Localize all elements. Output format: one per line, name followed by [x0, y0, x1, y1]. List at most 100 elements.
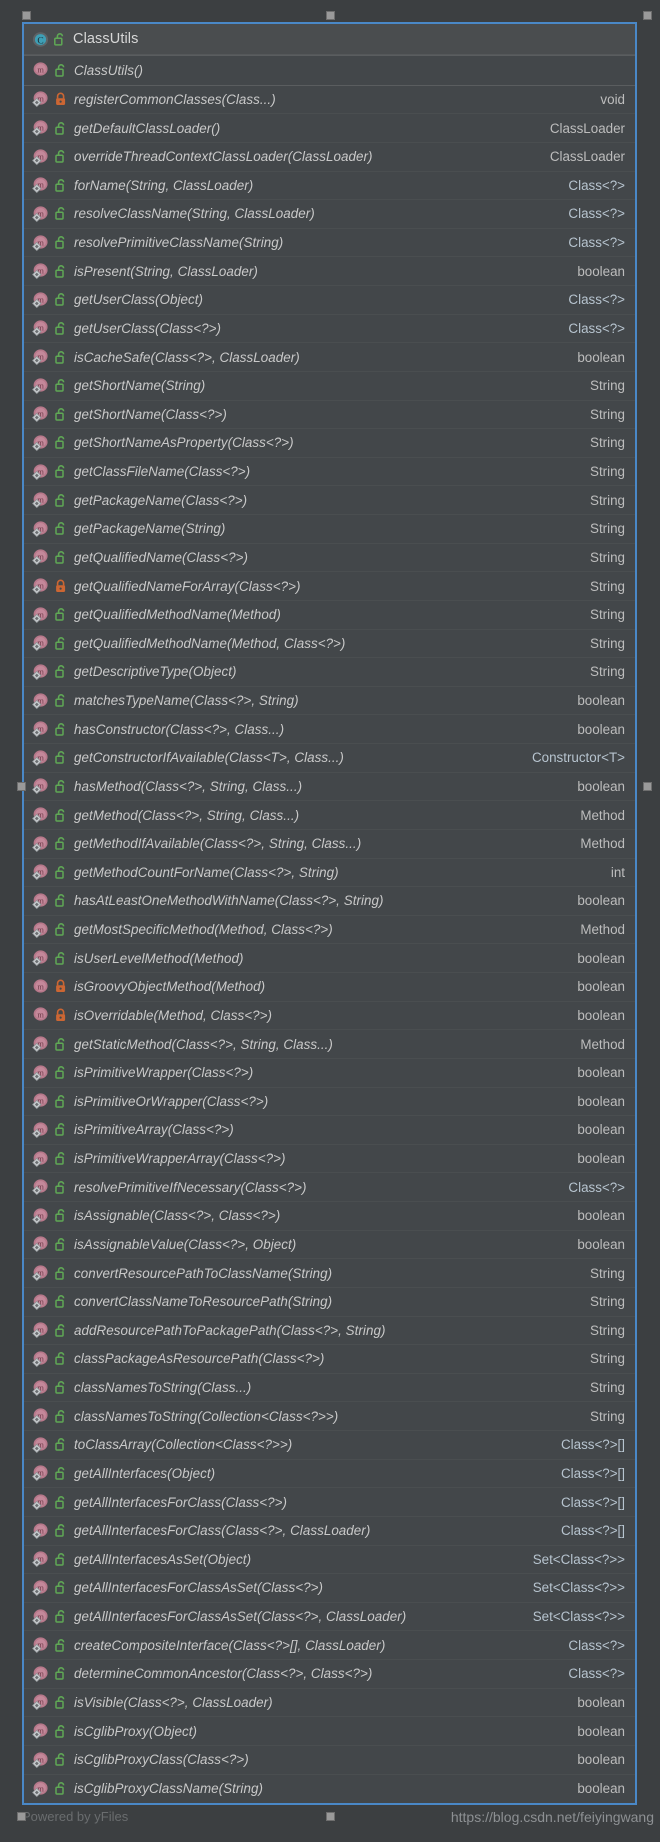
method-row[interactable]: m isPrimitiveWrapperArray(Class<?>) boolea…	[24, 1145, 635, 1174]
handle-top-right[interactable]	[643, 11, 652, 20]
method-row[interactable]: m determineCommonAncestor(Class<?>, Class…	[24, 1660, 635, 1689]
member-signature: isCglibProxy(Object)	[74, 1723, 198, 1739]
method-row[interactable]: m getMostSpecificMethod(Method, Class<?>)…	[24, 916, 635, 945]
method-row[interactable]: m isPresent(String, ClassLoader) boolean	[24, 257, 635, 286]
method-row[interactable]: m isGroovyObjectMethod(Method) boolean	[24, 973, 635, 1002]
method-row[interactable]: m getQualifiedMethodName(Method) String	[24, 601, 635, 630]
method-row[interactable]: m hasMethod(Class<?>, String, Class...) bo…	[24, 773, 635, 802]
method-list[interactable]: m registerCommonClasses(Class...) void m get…	[24, 86, 635, 1804]
member-signature: registerCommonClasses(Class...)	[74, 91, 276, 107]
method-row[interactable]: m getShortNameAsProperty(Class<?>) String	[24, 429, 635, 458]
member-signature: addResourcePathToPackagePath(Class<?>, S…	[74, 1322, 386, 1338]
method-row[interactable]: m getPackageName(String) String	[24, 515, 635, 544]
handle-middle-left[interactable]	[17, 782, 26, 791]
svg-text:m: m	[37, 66, 44, 75]
member-signature: resolveClassName(String, ClassLoader)	[74, 206, 315, 222]
private-locked-icon	[55, 1008, 67, 1023]
method-icon: m	[32, 548, 50, 566]
method-row[interactable]: m getMethodCountForName(Class<?>, String)…	[24, 859, 635, 888]
method-row[interactable]: m getMethod(Class<?>, String, Class...) Me…	[24, 801, 635, 830]
svg-text:C: C	[37, 36, 43, 46]
member-return-type: boolean	[577, 1723, 625, 1739]
method-row[interactable]: m resolvePrimitiveIfNecessary(Class<?>) Cl…	[24, 1173, 635, 1202]
member-return-type: boolean	[577, 1093, 625, 1109]
method-row[interactable]: m addResourcePathToPackagePath(Class<?>, …	[24, 1317, 635, 1346]
member-signature: getQualifiedName(Class<?>)	[74, 549, 248, 565]
public-unlocked-icon	[55, 1323, 67, 1338]
method-row[interactable]: m overrideThreadContextClassLoader(ClassL…	[24, 143, 635, 172]
member-signature: isPrimitiveArray(Class<?>)	[74, 1122, 234, 1138]
method-row[interactable]: m getStaticMethod(Class<?>, String, Class…	[24, 1030, 635, 1059]
public-unlocked-icon	[55, 1724, 67, 1739]
member-signature: isCglibProxyClassName(String)	[74, 1781, 263, 1797]
method-row[interactable]: m isCglibProxyClassName(String) boolean	[24, 1775, 635, 1804]
method-row[interactable]: m getAllInterfacesAsSet(Object) Set<Class<…	[24, 1546, 635, 1575]
member-signature: isAssignable(Class<?>, Class<?>)	[74, 1208, 281, 1224]
method-row[interactable]: m getAllInterfacesForClassAsSet(Class<?>)…	[24, 1574, 635, 1603]
method-row[interactable]: m getQualifiedNameForArray(Class<?>) Strin…	[24, 572, 635, 601]
method-row[interactable]: m isVisible(Class<?>, ClassLoader) boolean	[24, 1689, 635, 1718]
method-row[interactable]: m createCompositeInterface(Class<?>[], Cl…	[24, 1631, 635, 1660]
watermark-url: https://blog.csdn.net/feiyingwang	[450, 1809, 654, 1825]
method-row[interactable]: m isOverridable(Method, Class<?>) boolean	[24, 1002, 635, 1031]
method-row[interactable]: m isCacheSafe(Class<?>, ClassLoader) boole…	[24, 343, 635, 372]
member-return-type: Class<?>[]	[560, 1437, 625, 1453]
method-row[interactable]: m getMethodIfAvailable(Class<?>, String, …	[24, 830, 635, 859]
method-icon: m	[32, 1722, 50, 1740]
method-row[interactable]: m getAllInterfacesForClass(Class<?>) Class…	[24, 1488, 635, 1517]
public-unlocked-icon	[55, 1151, 67, 1166]
method-row[interactable]: m getQualifiedName(Class<?>) String	[24, 544, 635, 573]
uml-class-node[interactable]: C ClassUtils m ClassUtils() m registerComm…	[22, 22, 637, 1806]
method-row[interactable]: m getShortName(String) String	[24, 372, 635, 401]
method-row[interactable]: m resolveClassName(String, ClassLoader) Cl…	[24, 200, 635, 229]
method-row[interactable]: m forName(String, ClassLoader) Class<?>	[24, 172, 635, 201]
handle-bottom-left[interactable]	[17, 1812, 26, 1821]
public-unlocked-icon	[55, 550, 67, 565]
method-row[interactable]: m getPackageName(Class<?>) String	[24, 486, 635, 515]
method-row[interactable]: m classNamesToString(Class...) String	[24, 1374, 635, 1403]
constructor-row[interactable]: m ClassUtils()	[24, 56, 635, 85]
method-row[interactable]: m isUserLevelMethod(Method) boolean	[24, 944, 635, 973]
method-row[interactable]: m hasAtLeastOneMethodWithName(Class<?>, S…	[24, 887, 635, 916]
method-row[interactable]: m matchesTypeName(Class<?>, String) boolea…	[24, 687, 635, 716]
handle-bottom-center[interactable]	[326, 1812, 335, 1821]
handle-middle-right[interactable]	[643, 782, 652, 791]
public-unlocked-icon	[55, 1208, 67, 1223]
method-row[interactable]: m isPrimitiveArray(Class<?>) boolean	[24, 1116, 635, 1145]
member-return-type: String	[590, 1294, 625, 1310]
method-row[interactable]: m classPackageAsResourcePath(Class<?>) Str…	[24, 1345, 635, 1374]
method-row[interactable]: m getDefaultClassLoader() ClassLoader	[24, 114, 635, 143]
member-signature: forName(String, ClassLoader)	[74, 177, 254, 193]
method-row[interactable]: m hasConstructor(Class<?>, Class...) boole…	[24, 715, 635, 744]
method-row[interactable]: m isPrimitiveWrapper(Class<?>) boolean	[24, 1059, 635, 1088]
method-row[interactable]: m getDescriptiveType(Object) String	[24, 658, 635, 687]
method-row[interactable]: m isPrimitiveOrWrapper(Class<?>) boolean	[24, 1088, 635, 1117]
method-row[interactable]: m convertClassNameToResourcePath(String) S…	[24, 1288, 635, 1317]
method-row[interactable]: m getQualifiedMethodName(Method, Class<?>…	[24, 630, 635, 659]
method-row[interactable]: m classNamesToString(Collection<Class<?>>…	[24, 1402, 635, 1431]
method-row[interactable]: m isCglibProxyClass(Class<?>) boolean	[24, 1746, 635, 1775]
method-row[interactable]: m getAllInterfacesForClass(Class<?>, Clas…	[24, 1517, 635, 1546]
method-row[interactable]: m isAssignable(Class<?>, Class<?>) boolean	[24, 1202, 635, 1231]
method-row[interactable]: m convertResourcePathToClassName(String) S…	[24, 1259, 635, 1288]
method-row[interactable]: m isCglibProxy(Object) boolean	[24, 1717, 635, 1746]
handle-top-center[interactable]	[326, 11, 335, 20]
method-row[interactable]: m getShortName(Class<?>) String	[24, 401, 635, 430]
method-row[interactable]: m getConstructorIfAvailable(Class<T>, Cla…	[24, 744, 635, 773]
member-signature: getPackageName(Class<?>)	[74, 492, 248, 508]
member-return-type: Class<?>[]	[560, 1523, 625, 1539]
method-row[interactable]: m getUserClass(Object) Class<?>	[24, 286, 635, 315]
class-header-row[interactable]: C ClassUtils	[24, 24, 635, 55]
method-row[interactable]: m getAllInterfaces(Object) Class<?>[]	[24, 1460, 635, 1489]
handle-top-left[interactable]	[22, 11, 31, 20]
public-unlocked-icon	[55, 493, 67, 508]
method-row[interactable]: m resolvePrimitiveClassName(String) Class<…	[24, 229, 635, 258]
method-row[interactable]: m toClassArray(Collection<Class<?>>) Class…	[24, 1431, 635, 1460]
method-row[interactable]: m getAllInterfacesForClassAsSet(Class<?>,…	[24, 1603, 635, 1632]
method-row[interactable]: m registerCommonClasses(Class...) void	[24, 86, 635, 115]
method-row[interactable]: m getUserClass(Class<?>) Class<?>	[24, 315, 635, 344]
method-icon: m	[32, 434, 50, 452]
member-return-type: String	[590, 1408, 625, 1424]
method-row[interactable]: m isAssignableValue(Class<?>, Object) bool…	[24, 1231, 635, 1260]
method-row[interactable]: m getClassFileName(Class<?>) String	[24, 458, 635, 487]
